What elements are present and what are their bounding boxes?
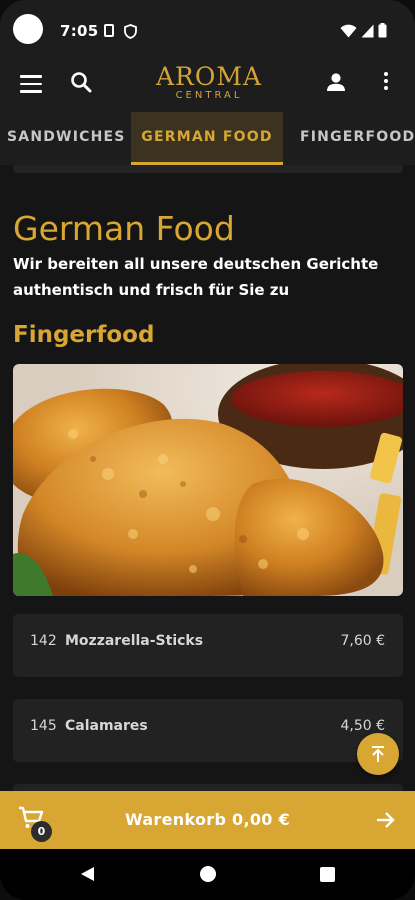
battery-icon [378, 23, 387, 38]
logo-title: AROMA [155, 62, 263, 91]
more-vert-icon[interactable] [378, 72, 394, 96]
menu-icon[interactable] [20, 75, 42, 93]
cart-bar[interactable]: 0 Warenkorb 0,00 € [0, 791, 415, 849]
phone-screen: 7:05 AROMA CENTRAL SANDWICHES GERMAN FOO… [0, 0, 415, 900]
menu-item-card[interactable]: 142 Mozzarella-Sticks 7,60 € [13, 614, 403, 677]
arrow-up-icon [372, 746, 384, 762]
arrow-right-icon [377, 812, 395, 828]
fingerfood-image [13, 364, 403, 596]
page-description: Wir bereiten all unsere deutschen Gerich… [13, 255, 379, 299]
item-number: 142 [30, 633, 57, 649]
section-title: Fingerfood [13, 322, 155, 348]
page-title: German Food [13, 209, 235, 248]
user-icon[interactable] [325, 71, 347, 93]
tab-german-food[interactable]: GERMAN FOOD [131, 112, 283, 165]
menu-item-card[interactable]: 145 Calamares 4,50 € [13, 699, 403, 762]
item-price: 7,60 € [340, 633, 385, 649]
tab-sandwiches[interactable]: SANDWICHES [7, 112, 126, 165]
sim-card-icon [104, 24, 114, 37]
brand-logo[interactable]: AROMA CENTRAL [155, 62, 263, 108]
system-nav-bar [0, 849, 415, 900]
wifi-icon [340, 24, 357, 37]
category-tabs: SANDWICHES GERMAN FOOD FINGERFOOD [0, 112, 415, 165]
shield-icon [124, 24, 137, 39]
scroll-top-button[interactable] [357, 733, 399, 775]
search-icon[interactable] [69, 70, 95, 96]
app-header: AROMA CENTRAL [0, 56, 415, 112]
signal-icon [361, 24, 374, 37]
home-icon[interactable] [200, 866, 216, 882]
menu-content[interactable]: German Food Wir bereiten all unsere deut… [0, 165, 415, 791]
menu-item-card[interactable] [13, 784, 403, 791]
camera-cutout [13, 14, 43, 44]
tab-fingerfood[interactable]: FINGERFOOD [300, 112, 415, 165]
item-number: 145 [30, 718, 57, 734]
previous-item-card[interactable] [13, 165, 403, 173]
cart-label: Warenkorb 0,00 € [124, 810, 291, 829]
item-price: 4,50 € [340, 718, 385, 734]
status-right-icons [340, 23, 387, 38]
status-bar: 7:05 [0, 0, 415, 56]
item-name: Mozzarella-Sticks [65, 633, 204, 649]
status-time: 7:05 [60, 22, 99, 40]
recents-icon[interactable] [320, 867, 335, 882]
back-icon[interactable] [80, 866, 95, 882]
item-name: Calamares [65, 718, 148, 734]
